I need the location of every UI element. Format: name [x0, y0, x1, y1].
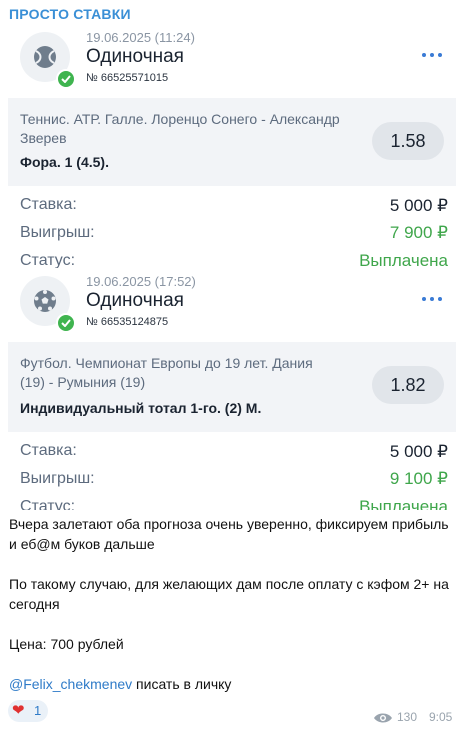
odds-badge: 1.82 — [372, 366, 444, 404]
stake-value: 5 000 ₽ — [389, 442, 448, 461]
reaction-count: 1 — [34, 703, 42, 718]
contact-line: @Felix_chekmenev писать в личку — [9, 674, 231, 694]
bet-header: 19.06.2025 (17:52) Одиночная № 665351248… — [8, 272, 456, 342]
stake-label: Ставка: — [20, 196, 77, 213]
more-icon[interactable] — [420, 294, 444, 304]
event-name: Футбол. Чемпионат Европы до 19 лет. Дани… — [20, 355, 313, 390]
bet-type: Одиночная — [86, 46, 184, 67]
bet-type: Одиночная — [86, 290, 184, 311]
event-section: Теннис. АТР. Галле. Лоренцо Сонего - Але… — [8, 98, 456, 186]
message-paragraph: По такому случаю, для желающих дам после… — [9, 576, 449, 612]
bet-date: 19.06.2025 (11:24) — [86, 30, 195, 45]
price-text: Цена: 700 рублей — [9, 636, 124, 652]
bet-number: № 66535124875 — [86, 316, 169, 328]
status-value: Выплачена — [359, 251, 448, 268]
contact-text: писать в личку — [132, 676, 232, 692]
status-row: Статус: Выплачена — [8, 492, 456, 510]
message-time: 9:05 — [429, 710, 453, 724]
status-value: Выплачена — [359, 497, 448, 510]
bet-number: № 66525571015 — [86, 72, 169, 84]
eye-icon — [374, 713, 392, 723]
bet-card: 19.06.2025 (17:52) Одиночная № 665351248… — [8, 272, 456, 510]
stake-row: Ставка: 5 000 ₽ — [8, 432, 456, 464]
bet-date: 19.06.2025 (17:52) — [86, 274, 196, 289]
channel-name[interactable]: ПРОСТО СТАВКИ — [9, 6, 131, 22]
views-count: 130 — [397, 710, 418, 724]
message-paragraph: Вчера залетают оба прогноза очень уверен… — [9, 516, 449, 552]
win-label: Выигрыш: — [20, 470, 95, 487]
bet-summary: Ставка: 5 000 ₽ Выигрыш: 7 900 ₽ Статус:… — [8, 186, 456, 268]
check-icon — [56, 69, 76, 89]
stake-row: Ставка: 5 000 ₽ — [8, 186, 456, 218]
reaction-button[interactable]: ❤ 1 — [8, 700, 48, 722]
bet-header: 19.06.2025 (11:24) Одиночная № 665255710… — [8, 28, 456, 98]
win-label: Выигрыш: — [20, 224, 95, 241]
market-name: Фора. 1 (4.5). — [20, 154, 109, 170]
win-value: 7 900 ₽ — [389, 223, 448, 242]
bet-summary: Ставка: 5 000 ₽ Выигрыш: 9 100 ₽ Статус:… — [8, 432, 456, 510]
more-icon[interactable] — [420, 50, 444, 60]
event-name: Теннис. АТР. Галле. Лоренцо Сонего - Але… — [20, 111, 340, 146]
stake-label: Ставка: — [20, 442, 77, 459]
win-row: Выигрыш: 7 900 ₽ — [8, 218, 456, 246]
status-label: Статус: — [20, 498, 76, 510]
market-name: Индивидуальный тотал 1-го. (2) М. — [20, 400, 262, 416]
bet-card: 19.06.2025 (11:24) Одиночная № 665255710… — [8, 28, 456, 268]
win-value: 9 100 ₽ — [389, 469, 448, 488]
win-row: Выигрыш: 9 100 ₽ — [8, 464, 456, 492]
mention-link[interactable]: @Felix_chekmenev — [9, 676, 132, 692]
message-meta: 130 9:05 — [373, 710, 457, 726]
status-row: Статус: Выплачена — [8, 246, 456, 268]
stake-value: 5 000 ₽ — [389, 196, 448, 215]
odds-badge: 1.58 — [372, 122, 444, 160]
status-label: Статус: — [20, 252, 76, 268]
event-section: Футбол. Чемпионат Европы до 19 лет. Дани… — [8, 342, 456, 432]
heart-icon: ❤ — [12, 702, 25, 719]
check-icon — [56, 313, 76, 333]
